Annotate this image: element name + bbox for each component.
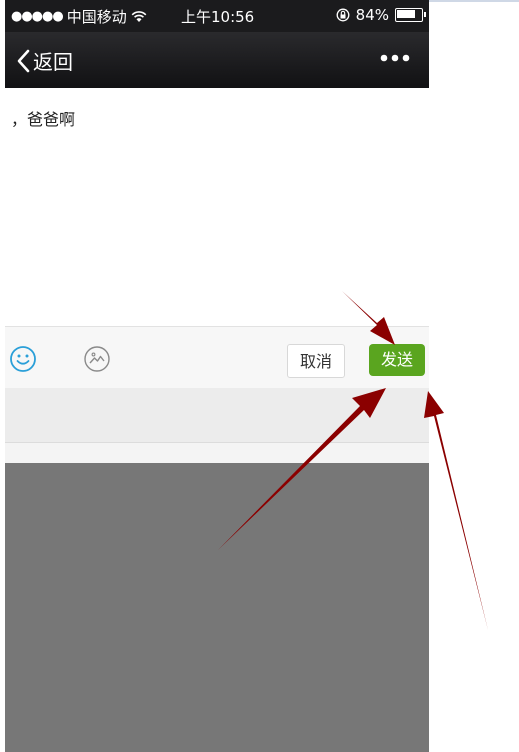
signal-strength-icon: ●●●●● (11, 9, 64, 24)
message-text: ，爸爸啊 (11, 110, 76, 129)
status-left: ●●●●● 中国移动 (11, 6, 147, 27)
chevron-left-icon (17, 49, 30, 72)
carrier-name: 中国移动 (66, 8, 127, 26)
emoji-icon[interactable] (9, 345, 37, 373)
back-label: 返回 (33, 50, 73, 74)
navigation-bar: 返回 (5, 32, 429, 88)
status-right: 84% (336, 6, 426, 24)
status-time: 上午10:56 (181, 8, 255, 26)
battery-tip (424, 12, 426, 17)
rotation-lock-icon (336, 8, 350, 22)
message-compose-area[interactable]: ，爸爸啊 (5, 88, 429, 326)
keyboard-accessory-bar (5, 388, 429, 443)
status-bar: ●●●●● 中国移动 上午10:56 84% (5, 0, 429, 32)
keyboard-area[interactable] (5, 463, 429, 752)
image-picker-icon[interactable] (83, 345, 111, 373)
battery-fill (397, 10, 415, 18)
phone-screen: ●●●●● 中国移动 上午10:56 84% 返回 ，爸爸啊 取消 发送 (5, 0, 429, 752)
battery-icon (395, 8, 426, 22)
keyboard-divider (5, 443, 429, 463)
annotation-arrow-right (424, 391, 488, 630)
cancel-button[interactable]: 取消 (287, 344, 345, 378)
wifi-icon (131, 10, 147, 22)
battery-percent: 84% (355, 6, 389, 24)
send-button[interactable]: 发送 (369, 344, 425, 376)
compose-toolbar: 取消 发送 (5, 326, 429, 389)
back-button[interactable]: 返回 (15, 46, 73, 75)
more-options-icon[interactable] (379, 52, 411, 64)
